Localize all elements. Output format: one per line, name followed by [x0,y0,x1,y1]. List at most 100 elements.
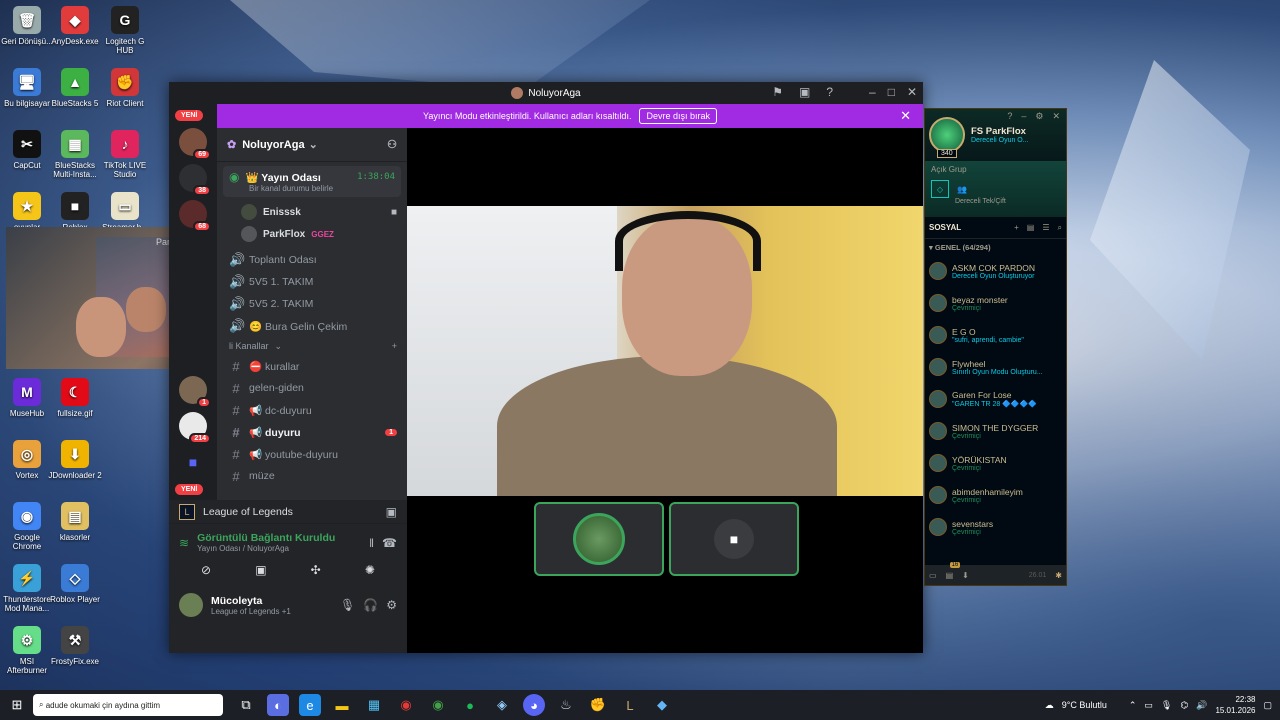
minimize-icon[interactable]: – [1021,111,1026,122]
party-icon[interactable]: 👥 [957,185,967,194]
activities-icon[interactable]: ✣ [311,563,321,577]
close-icon[interactable]: ✕ [900,108,911,124]
screen-share-icon[interactable]: ▣ [255,563,266,577]
riot-icon[interactable]: ✊ [587,694,609,716]
friend-row[interactable]: E G O "sufri, aprendi, cambie" [925,319,1066,351]
desktop-icon[interactable]: ✊ Riot Client [98,68,152,108]
server-icon[interactable]: 69 [179,128,211,160]
minimize-icon[interactable]: – [869,85,876,99]
mic-icon[interactable]: 🎙 [340,598,355,612]
text-channel[interactable]: # 📢 youtube-duyuru [217,443,407,465]
search-box[interactable]: ⌕ adude okumaki çin aydına gittim [33,694,223,716]
app-icon[interactable]: ◈ [491,694,513,716]
chrome-profile-icon[interactable]: ◉ [427,694,449,716]
disconnect-icon[interactable]: ☎ [382,536,397,550]
windows-start-icon[interactable]: ⊞ [6,694,28,716]
desktop-icon[interactable]: ✂ CapCut [0,130,54,170]
activity-bar[interactable]: L League of Legends ▣ [169,500,407,524]
weather-text[interactable]: 9°C Bulutlu [1062,700,1107,710]
text-channel[interactable]: # 📢 duyuru 1 [217,421,407,443]
edge-icon[interactable]: e [299,694,321,716]
spotify-icon[interactable]: ● [459,694,481,716]
desktop-icon[interactable]: ▦ BlueStacks Multi-Insta... [48,130,102,179]
league-icon[interactable]: L [619,694,641,716]
chevron-up-icon[interactable]: ⌃ [1129,700,1137,711]
voice-user[interactable]: Enisssk ■ [217,201,407,223]
add-channel-icon[interactable]: + [392,341,397,351]
desktop-icon[interactable]: ♪ TikTok LIVE Studio [98,130,152,179]
file-explorer-icon[interactable]: ▬ [331,694,353,716]
friend-row[interactable]: YÖRÜKISTAN Çevrimiçi [925,447,1066,479]
folder-icon[interactable]: ▤ [1027,223,1035,233]
server-icon[interactable]: 1 [179,376,211,408]
voice-channel[interactable]: 🔊 😊 Bura Gelin Çekim [217,315,407,337]
desktop-icon[interactable]: ◇ Roblox Player [48,564,102,604]
headphones-icon[interactable]: 🎧 [363,598,378,612]
inbox-icon[interactable]: ⚑ [772,85,783,99]
add-user-icon[interactable]: ⚇ [387,138,397,151]
desktop-icon[interactable]: ▲ BlueStacks 5 [48,68,102,108]
screen-icon[interactable]: ▣ [799,85,810,99]
voice-user[interactable]: ParkFlox GGEZ [217,223,407,245]
search-icon[interactable]: ⌕ [1058,223,1062,233]
maximize-icon[interactable]: □ [888,85,895,99]
noise-icon[interactable]: ‖ [369,536,374,550]
category-header[interactable]: li Kanallar ⌄ + [217,337,407,355]
text-channel[interactable]: # müze [217,465,407,487]
help-icon[interactable]: ? [1007,111,1012,122]
app-icon[interactable]: ◆ [651,694,673,716]
guild-header[interactable]: ✿ NoluyorAga ⌄ ⚇ [217,128,407,162]
voice-channel[interactable]: ◉ 👑 Yayın Odası 1:38:04 Bir kanal durumu… [223,166,401,197]
desktop-icon[interactable]: ◆ AnyDesk.exe [48,6,102,46]
channel-status[interactable]: Bir kanal durumu belirle [229,184,395,193]
desktop-icon[interactable]: 🗑 Geri Dönüşü... [0,6,54,46]
discord-icon[interactable]: ◕ [523,694,545,716]
mic-icon[interactable]: 🎙 [1161,700,1172,711]
desktop-icon[interactable]: 🖥 Bu bilgisayar [0,68,54,108]
desktop-icon[interactable]: ▤ klasorler [48,502,102,542]
friend-row[interactable]: Flywheel Sınırlı Oyun Modu Oluşturu... [925,351,1066,383]
desktop-icon[interactable]: ⚡ Thunderstore Mod Mana... [0,564,54,613]
close-icon[interactable]: ✕ [907,85,917,99]
friend-row[interactable]: SIMON THE DYGGER Çevrimiçi [925,415,1066,447]
desktop-icon[interactable]: ◉ Google Chrome [0,502,54,551]
desktop-icon[interactable]: ★oyunlar [0,192,54,232]
voice-channel[interactable]: 🔊 5V5 2. TAKIM [217,293,407,315]
desktop-icon[interactable]: ⚒ FrostyFix.exe [48,626,102,666]
friend-row[interactable]: Garen For Lose "GAREN TR 28 🔷🔷🔷🔷 [925,383,1066,415]
soundboard-icon[interactable]: ✺ [365,563,375,577]
disable-streamer-button[interactable]: Devre dışı bırak [639,108,717,124]
list-icon[interactable]: ☰ [1042,223,1049,233]
clock[interactable]: 22:38 15.01.2026 [1215,694,1255,716]
voice-channel[interactable]: 🔊 5V5 1. TAKIM [217,271,407,293]
friend-row[interactable]: abimdenhamileyim Çevrimiçi [925,479,1066,511]
screen-share-icon[interactable]: ▣ [386,505,397,519]
chat-icon[interactable]: ▭ [929,571,937,580]
steam-icon[interactable]: ♨ [555,694,577,716]
desktop-icon[interactable]: ⬇ JDownloader 2 [48,440,102,480]
mic-icon[interactable]: ⬇ [962,571,969,580]
text-channel[interactable]: # 📢 dc-duyuru [217,399,407,421]
notification-icon[interactable]: ▢ [1263,700,1272,711]
server-icon[interactable]: 38 [179,164,211,196]
desktop-icon[interactable]: ▭Streamer.b... [98,192,152,232]
friend-row[interactable]: ASKM COK PARDON Dereceli Oyun Oluşturuyor [925,255,1066,287]
copilot-icon[interactable]: ◐ [267,694,289,716]
voice-channel[interactable]: 🔊 Toplantı Odası [217,249,407,271]
friend-row[interactable]: sevenstars Çevrimiçi [925,511,1066,543]
desktop-icon[interactable]: ■Roblox [48,192,102,232]
text-channel[interactable]: # gelen-giden [217,377,407,399]
participant-tile[interactable]: ■ [669,502,799,576]
connection-location[interactable]: Yayın Odası / NoluyorAga [197,544,335,553]
friend-row[interactable]: syropix [925,543,1066,547]
task-view-icon[interactable]: ⧉ [235,694,257,716]
close-icon[interactable]: ✕ [1052,111,1060,122]
bug-icon[interactable]: ✱ [1055,571,1062,580]
participant-tile[interactable] [534,502,664,576]
folder-icon[interactable]: ■ [179,448,207,476]
desktop-icon[interactable]: M MuseHub [0,378,54,418]
friend-group-header[interactable]: ▾ GENEL (64/294) [925,239,1066,255]
server-icon[interactable]: 68 [179,200,211,232]
desktop-icon[interactable]: ☾ fullsize.gif [48,378,102,418]
battery-icon[interactable]: ▭ [1144,700,1153,711]
